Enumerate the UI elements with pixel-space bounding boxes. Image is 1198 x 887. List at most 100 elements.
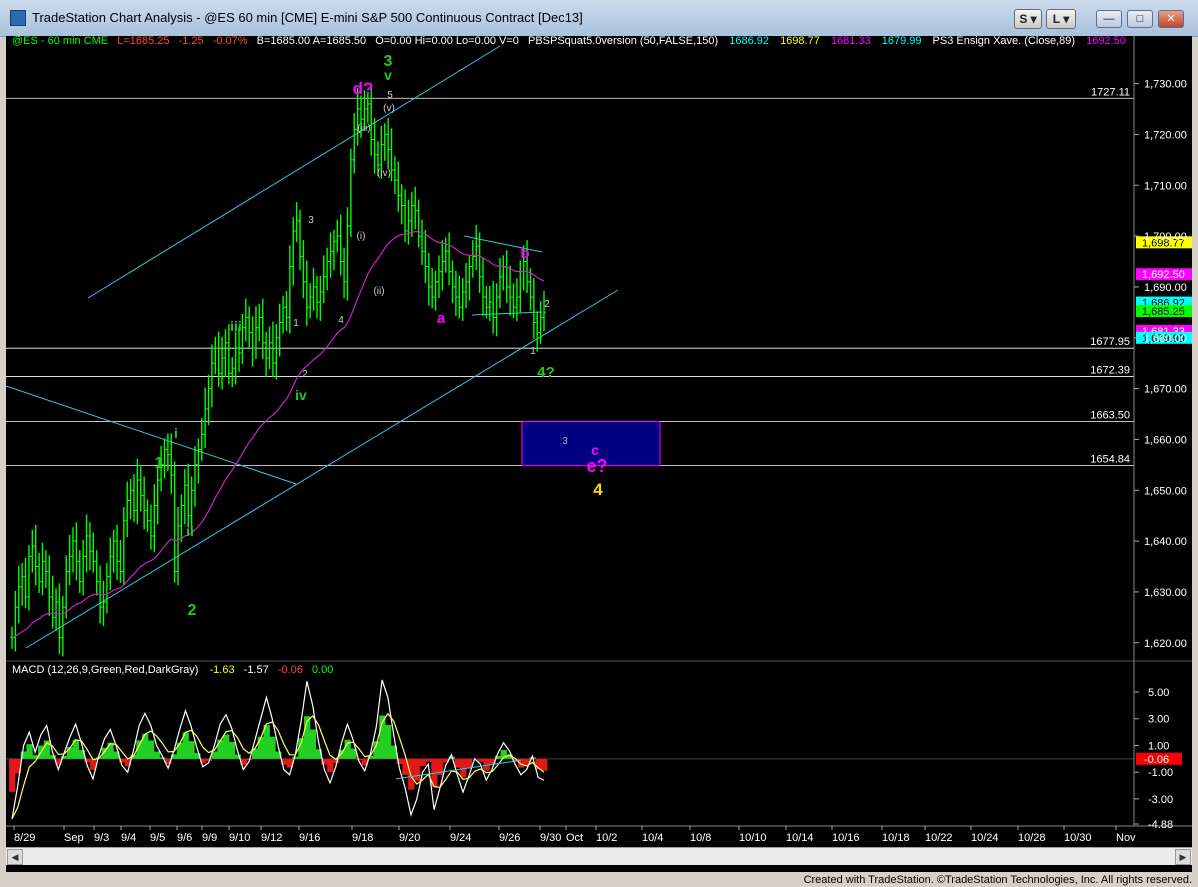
tradestation-app-icon xyxy=(10,10,26,26)
date-tick-label: Sep xyxy=(64,832,84,844)
wave-label: (i) xyxy=(357,231,366,242)
macd-tick-label: 5.00 xyxy=(1148,687,1169,699)
status-study-v4: 1679.99 xyxy=(882,36,922,47)
macd-v3: -0.06 xyxy=(278,664,303,676)
date-tick-label: 9/4 xyxy=(121,832,136,844)
scroll-right-arrow-icon[interactable]: ▶ xyxy=(1175,849,1191,865)
strategy-s-dropdown-button[interactable]: S ▾ xyxy=(1014,9,1042,29)
macd-tick-label: -1.00 xyxy=(1148,767,1173,779)
chart-area[interactable]: @ES - 60 min CME L=1685.25 -1.25 -0.07% … xyxy=(5,35,1192,872)
date-tick-label: 9/18 xyxy=(352,832,373,844)
price-tick-label: 1,730.00 xyxy=(1144,79,1187,91)
price-marker-label: 1,692.50 xyxy=(1142,269,1185,281)
horizontal-scrollbar[interactable]: ◀ ▶ xyxy=(6,847,1192,865)
maximize-button[interactable]: □ xyxy=(1127,10,1153,28)
scroll-left-arrow-icon[interactable]: ◀ xyxy=(7,849,23,865)
wave-label: (ii) xyxy=(373,286,384,297)
status-percent: -0.07% xyxy=(213,36,248,47)
status-study-v3: 1681.33 xyxy=(831,36,871,47)
macd-tick-label: -4.88 xyxy=(1148,819,1173,831)
macd-histogram-bar xyxy=(309,729,317,759)
date-tick-label: 9/9 xyxy=(202,832,217,844)
price-tick-label: 1,670.00 xyxy=(1144,384,1187,396)
macd-histogram-bar xyxy=(9,758,16,792)
date-tick-label: 9/16 xyxy=(299,832,320,844)
macd-histogram-bar xyxy=(153,751,160,759)
macd-histogram-bar xyxy=(402,758,409,775)
wave-label: 3 xyxy=(562,436,568,447)
wave-label: (iii) xyxy=(357,123,370,134)
macd-histogram-bar xyxy=(269,736,276,759)
date-tick-label: 8/29 xyxy=(14,832,35,844)
wave-label: 2 xyxy=(544,299,550,310)
macd-panel: -0.06 xyxy=(6,679,1182,820)
macd-histogram-bar xyxy=(477,758,484,762)
macd-histogram-bar xyxy=(292,756,299,759)
macd-histogram-bar xyxy=(541,758,548,771)
wave-label: 4 xyxy=(338,315,344,326)
macd-histogram-bar xyxy=(327,758,334,773)
link-l-dropdown-button[interactable]: L ▾ xyxy=(1046,9,1076,29)
status-bid-ask: B=1685.00 A=1685.50 xyxy=(257,36,367,47)
price-tick-label: 1,720.00 xyxy=(1144,129,1187,141)
date-tick-label: 10/30 xyxy=(1064,832,1092,844)
macd-histogram-bar xyxy=(408,758,415,790)
date-tick-label: 9/10 xyxy=(229,832,250,844)
macd-last-label: -0.06 xyxy=(1144,754,1169,766)
macd-v4: 0.00 xyxy=(312,664,333,676)
wave-label: 4? xyxy=(537,364,555,381)
window-title: TradeStation Chart Analysis - @ES 60 min… xyxy=(32,10,583,25)
wave-label: (v) xyxy=(383,103,395,114)
status-study-v2: 1698.77 xyxy=(780,36,820,47)
level-label: 1663.50 xyxy=(1090,410,1130,422)
macd-histogram-bar xyxy=(419,758,426,767)
minimize-button[interactable]: — xyxy=(1096,10,1122,28)
wave-label: ii xyxy=(186,523,194,539)
status-study: PBSPSquat5.0version (50,FALSE,150) xyxy=(528,36,718,47)
price-marker-label: 1,685.25 xyxy=(1142,306,1185,318)
price-tick-label: 1,700.00 xyxy=(1144,231,1187,243)
wave-label: v xyxy=(384,67,392,83)
date-tick-label: 9/26 xyxy=(499,832,520,844)
wave-label: i xyxy=(174,425,178,441)
wave-label: 3 xyxy=(308,215,314,226)
footer-credit: Created with TradeStation. ©TradeStation… xyxy=(803,874,1192,886)
date-tick-label: 10/8 xyxy=(690,832,711,844)
wave-label: a xyxy=(437,310,446,327)
status-last: L=1685.25 xyxy=(117,36,169,47)
close-button[interactable]: ✕ xyxy=(1158,10,1184,28)
macd-histogram-bar xyxy=(425,758,432,762)
status-change: -1.25 xyxy=(179,36,204,47)
macd-histogram-bar xyxy=(188,741,195,759)
wave-label: b xyxy=(520,245,529,262)
wave-label: (iv) xyxy=(377,168,391,179)
date-tick-label: Oct xyxy=(566,832,583,844)
date-tick-label: 9/12 xyxy=(261,832,282,844)
level-label: 1654.84 xyxy=(1090,454,1130,466)
date-tick-label: 10/22 xyxy=(925,832,953,844)
date-tick-label: 9/5 xyxy=(150,832,165,844)
date-tick-label: Nov xyxy=(1116,832,1136,844)
wave-label: iii xyxy=(230,318,242,334)
svg-text:MACD (12,26,9,Green,Red,DarkGr: MACD (12,26,9,Green,Red,DarkGray) -1.63 … xyxy=(12,664,333,676)
wave-label: 2 xyxy=(188,602,197,619)
date-tick-label: 10/14 xyxy=(786,832,814,844)
price-tick-label: 1,690.00 xyxy=(1144,282,1187,294)
macd-line xyxy=(11,679,545,820)
wave-label: 4 xyxy=(593,480,603,499)
svg-text:@ES - 60 min CME L=1685: @ES - 60 min CME L=1685.25 -1.25 -0.07% … xyxy=(12,36,1126,47)
price-tick-label: 1,650.00 xyxy=(1144,485,1187,497)
date-tick-label: 10/4 xyxy=(642,832,663,844)
status-ema: PS3 Ensign Xave. (Close,89) xyxy=(933,36,1075,47)
date-tick-label: 10/16 xyxy=(832,832,860,844)
wave-label: 2 xyxy=(302,369,308,380)
price-tick-label: 1,710.00 xyxy=(1144,180,1187,192)
macd-histogram-bar xyxy=(413,758,421,781)
macd-histogram-bar xyxy=(217,739,224,759)
wave-label: 5 xyxy=(387,90,393,101)
wave-label: iv xyxy=(295,387,307,403)
date-tick-label: 10/24 xyxy=(971,832,999,844)
macd-v1: -1.63 xyxy=(210,664,235,676)
date-tick-label: 10/18 xyxy=(882,832,910,844)
level-label: 1727.11 xyxy=(1091,86,1130,98)
